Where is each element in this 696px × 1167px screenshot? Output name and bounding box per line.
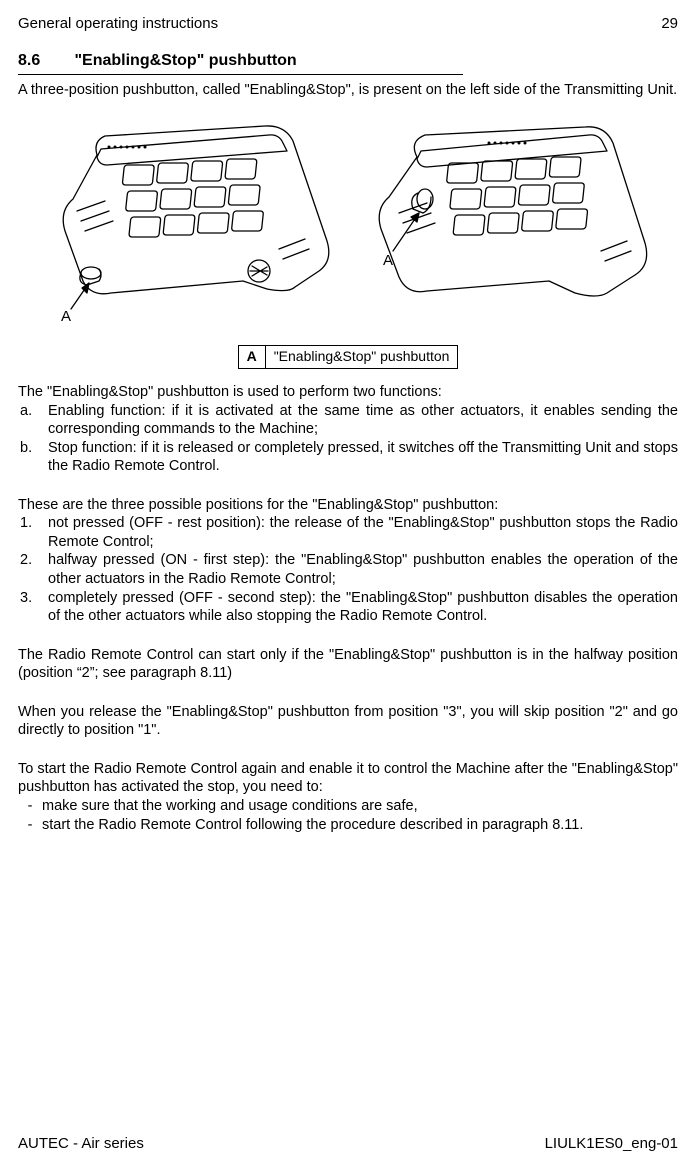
header-page-number: 29	[661, 14, 678, 33]
legend-key-cell: A	[238, 346, 265, 369]
body-paragraph-2: These are the three possible positions f…	[18, 496, 678, 515]
footer-left: AUTEC - Air series	[18, 1134, 144, 1153]
list-item: b. Stop function: if it is released or c…	[18, 439, 678, 476]
figure-transmitter-unit: A	[18, 121, 678, 331]
body-paragraph-3: The Radio Remote Control can start only …	[18, 646, 678, 683]
page-footer: AUTEC - Air series LIULK1ES0_eng-01	[18, 1134, 678, 1153]
list-label: b.	[18, 439, 48, 476]
list-text: make sure that the working and usage con…	[42, 797, 678, 816]
list-item: - make sure that the working and usage c…	[18, 797, 678, 816]
body-paragraph-5: To start the Radio Remote Control again …	[18, 760, 678, 797]
body-paragraph-4: When you release the "Enabling&Stop" pus…	[18, 703, 678, 740]
list-label: -	[18, 816, 42, 835]
transmitter-image-right: A	[353, 121, 653, 331]
list-text: Enabling function: if it is activated at…	[48, 402, 678, 439]
intro-paragraph: A three-position pushbutton, called "Ena…	[18, 81, 678, 100]
list-item: 1. not pressed (OFF - rest position): th…	[18, 514, 678, 551]
section-title: "Enabling&Stop" pushbutton	[74, 52, 296, 69]
list-text: completely pressed (OFF - second step): …	[48, 589, 678, 626]
section-number: 8.6	[18, 51, 70, 71]
figure-label-a-right: A	[383, 252, 393, 269]
header-left: General operating instructions	[18, 14, 218, 33]
list-text: Stop function: if it is released or comp…	[48, 439, 678, 476]
section-heading: 8.6 "Enabling&Stop" pushbutton	[18, 51, 463, 74]
list-item: 3. completely pressed (OFF - second step…	[18, 589, 678, 626]
list-item: - start the Radio Remote Control followi…	[18, 816, 678, 835]
list-label: a.	[18, 402, 48, 439]
page-header: General operating instructions 29	[18, 14, 678, 33]
positions-list: 1. not pressed (OFF - rest position): th…	[18, 514, 678, 625]
legend-desc-cell: "Enabling&Stop" pushbutton	[265, 346, 458, 369]
figure-legend-table: A "Enabling&Stop" pushbutton	[238, 345, 459, 369]
restart-steps-list: - make sure that the working and usage c…	[18, 797, 678, 834]
body-paragraph-1: The "Enabling&Stop" pushbutton is used t…	[18, 383, 678, 402]
function-list: a. Enabling function: if it is activated…	[18, 402, 678, 476]
figure-label-a-left: A	[61, 308, 71, 325]
list-text: not pressed (OFF - rest position): the r…	[48, 514, 678, 551]
list-text: halfway pressed (ON - first step): the "…	[48, 551, 678, 588]
footer-right: LIULK1ES0_eng-01	[545, 1134, 678, 1153]
list-label: 3.	[18, 589, 48, 626]
list-label: 1.	[18, 514, 48, 551]
list-item: 2. halfway pressed (ON - first step): th…	[18, 551, 678, 588]
list-label: -	[18, 797, 42, 816]
list-label: 2.	[18, 551, 48, 588]
transmitter-image-left: A	[43, 121, 343, 331]
list-item: a. Enabling function: if it is activated…	[18, 402, 678, 439]
list-text: start the Radio Remote Control following…	[42, 816, 678, 835]
